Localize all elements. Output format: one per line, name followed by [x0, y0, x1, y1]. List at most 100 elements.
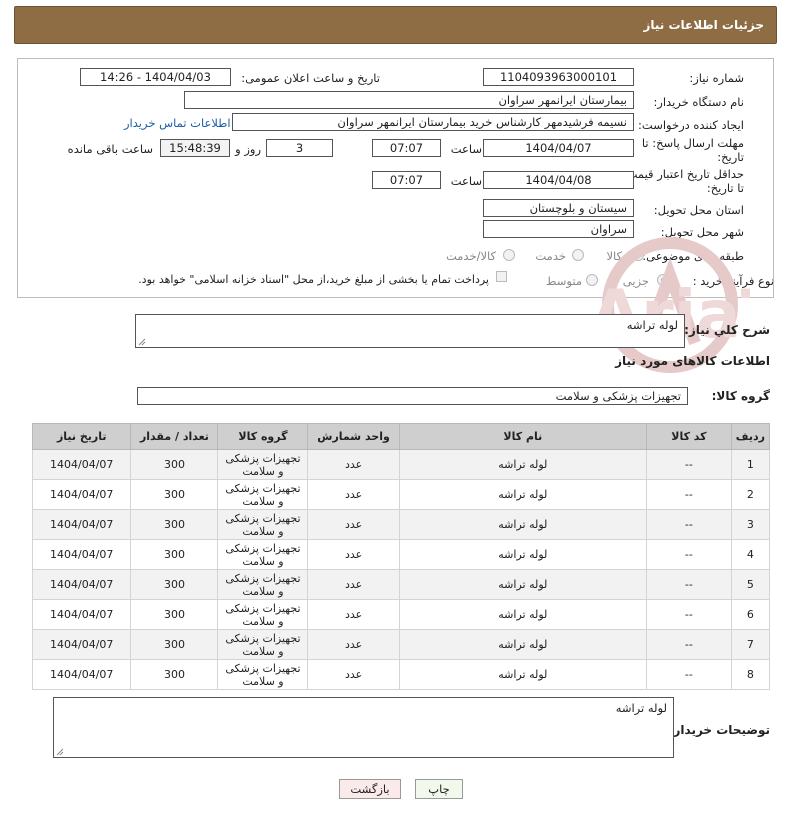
buyer-contact-link[interactable]: اطلاعات تماس خریدار: [124, 116, 231, 130]
cell-goods-group: تجهیزات پزشکی و سلامت: [217, 569, 309, 600]
city-label: شهر محل تحویل:: [660, 225, 744, 239]
cell-unit: عدد: [307, 629, 400, 660]
cell-quantity: 300: [130, 599, 219, 630]
cell-need-date: 1404/04/07: [31, 479, 132, 510]
cell-unit: عدد: [307, 539, 400, 570]
need-number-field[interactable]: 1104093963000101: [483, 68, 634, 86]
description-textarea[interactable]: لوله تراشه: [135, 314, 685, 348]
table-row: 7 -- لوله تراشه عدد تجهیزات پزشکی و سلامت 300…: [31, 629, 771, 660]
price-valid-time-field[interactable]: 07:07: [372, 171, 441, 189]
page-title: جزئیات اطلاعات نیاز: [643, 18, 764, 32]
buyer-org-field[interactable]: بیمارستان ایرانمهر سراوان: [184, 91, 634, 109]
goods-group-label: گروه کالا:: [711, 389, 770, 403]
category-option-service: خدمت: [535, 249, 566, 263]
col-row-number: ردیف: [730, 423, 771, 450]
cell-quantity: 300: [130, 479, 219, 510]
cell-goods-code: --: [646, 539, 732, 570]
need-number-label: شماره نیاز:: [689, 71, 744, 85]
cell-goods-group: تجهیزات پزشکی و سلامت: [217, 599, 309, 630]
print-button[interactable]: چاپ: [415, 779, 463, 799]
reply-time-field[interactable]: 07:07: [372, 139, 441, 157]
cell-goods-code: --: [646, 509, 732, 540]
category-option-goods-service: کالا/خدمت: [445, 249, 496, 263]
category-radio-goods-service[interactable]: [503, 249, 515, 261]
cell-quantity: 300: [130, 449, 219, 480]
creator-field[interactable]: نسیمه فرشیدمهر کارشناس خرید بیمارستان ای…: [232, 113, 634, 131]
buyer-notes-label: توضیحات خریدار:: [668, 723, 770, 737]
cell-goods-group: تجهیزات پزشکی و سلامت: [217, 539, 309, 570]
days-label: روز و: [235, 142, 261, 156]
buyer-org-label: نام دستگاه خریدار:: [653, 95, 744, 109]
cell-goods-group: تجهیزات پزشکی و سلامت: [217, 449, 309, 480]
description-value: لوله تراشه: [626, 318, 678, 332]
purchase-radio-minor[interactable]: [657, 274, 669, 286]
cell-goods-code: --: [646, 569, 732, 600]
col-unit: واحد شمارش: [307, 423, 400, 450]
announce-datetime-field[interactable]: 1404/04/03 - 14:26: [80, 68, 231, 86]
time-remaining-label: ساعت باقی مانده: [67, 142, 153, 156]
reply-date-field[interactable]: 1404/04/07: [483, 139, 634, 157]
cell-row-number: 3: [730, 509, 771, 540]
goods-table: ردیف کد کالا نام کالا واحد شمارش گروه کا…: [31, 423, 771, 690]
creator-label: ایجاد کننده درخواست:: [638, 118, 744, 132]
table-row: 2 -- لوله تراشه عدد تجهیزات پزشکی و سلامت 300…: [31, 479, 771, 510]
cell-row-number: 1: [730, 449, 771, 480]
days-remaining-field[interactable]: 3: [266, 139, 333, 157]
reply-time-label: ساعت: [450, 142, 482, 156]
category-radio-service[interactable]: [572, 249, 584, 261]
announce-label: تاریخ و ساعت اعلان عمومی:: [241, 71, 380, 85]
col-goods-group: گروه کالا: [217, 423, 309, 450]
price-valid-label-2: تا تاریخ:: [706, 181, 744, 195]
purchase-option-minor: جزیی: [622, 274, 649, 288]
cell-need-date: 1404/04/07: [31, 449, 132, 480]
cell-goods-group: تجهیزات پزشکی و سلامت: [217, 479, 309, 510]
col-goods-name: نام کالا: [398, 423, 648, 450]
cell-goods-code: --: [646, 629, 732, 660]
resize-grip-icon[interactable]: [138, 338, 146, 346]
cell-goods-code: --: [646, 449, 732, 480]
cell-row-number: 5: [730, 569, 771, 600]
col-quantity: تعداد / مقدار: [130, 423, 219, 450]
cell-unit: عدد: [307, 449, 400, 480]
purchase-type-label: نوع فرآیند خرید :: [692, 274, 774, 288]
cell-goods-name: لوله تراشه: [398, 629, 648, 660]
cell-goods-name: لوله تراشه: [398, 539, 648, 570]
goods-section-title: اطلاعات کالاهای مورد نیاز: [615, 354, 770, 368]
price-valid-time-label: ساعت: [450, 174, 482, 188]
cell-goods-code: --: [646, 479, 732, 510]
col-goods-code: کد کالا: [646, 423, 732, 450]
back-button[interactable]: بازگشت: [339, 779, 401, 799]
page-header: جزئیات اطلاعات نیاز: [14, 6, 777, 44]
cell-goods-group: تجهیزات پزشکی و سلامت: [217, 659, 309, 690]
province-field[interactable]: سیستان و بلوچستان: [483, 199, 634, 217]
city-field[interactable]: سراوان: [483, 220, 634, 238]
purchase-radio-medium[interactable]: [586, 274, 598, 286]
cell-row-number: 4: [730, 539, 771, 570]
category-radio-goods[interactable]: [632, 249, 644, 261]
cell-unit: عدد: [307, 569, 400, 600]
cell-need-date: 1404/04/07: [31, 539, 132, 570]
cell-goods-code: --: [646, 599, 732, 630]
cell-goods-name: لوله تراشه: [398, 479, 648, 510]
cell-need-date: 1404/04/07: [31, 659, 132, 690]
price-valid-label: حداقل تاریخ اعتبار قیمت:: [622, 167, 744, 181]
reply-deadline-label: مهلت ارسال پاسخ: تا: [641, 136, 744, 150]
description-label: شرح کلي نياز:: [684, 323, 770, 337]
table-row: 3 -- لوله تراشه عدد تجهیزات پزشکی و سلامت 300…: [31, 509, 771, 540]
col-need-date: تاریخ نیاز: [31, 423, 132, 450]
cell-goods-name: لوله تراشه: [398, 659, 648, 690]
price-valid-date-field[interactable]: 1404/04/08: [483, 171, 634, 189]
table-row: 1 -- لوله تراشه عدد تجهیزات پزشکی و سلامت 300…: [31, 449, 771, 480]
resize-grip-icon[interactable]: [56, 748, 64, 756]
purchase-option-medium: متوسط: [545, 274, 582, 288]
goods-group-field[interactable]: تجهیزات پزشکی و سلامت: [137, 387, 688, 405]
cell-unit: عدد: [307, 479, 400, 510]
table-row: 8 -- لوله تراشه عدد تجهیزات پزشکی و سلامت 300…: [31, 659, 771, 690]
treasury-payment-checkbox[interactable]: [496, 271, 507, 282]
buyer-notes-textarea[interactable]: لوله تراشه: [53, 697, 674, 758]
cell-quantity: 300: [130, 659, 219, 690]
cell-need-date: 1404/04/07: [31, 509, 132, 540]
cell-goods-group: تجهیزات پزشکی و سلامت: [217, 629, 309, 660]
buyer-notes-value: لوله تراشه: [615, 701, 667, 715]
table-row: 4 -- لوله تراشه عدد تجهیزات پزشکی و سلامت 300…: [31, 539, 771, 570]
